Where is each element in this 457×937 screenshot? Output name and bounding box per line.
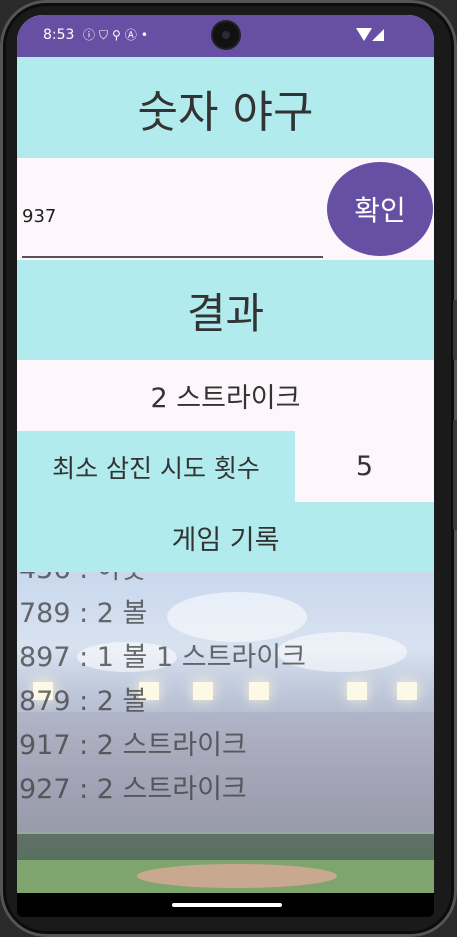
connectivity-icons [356, 28, 390, 44]
history-list[interactable]: 456 : 아웃 789 : 2 볼 897 : 1 볼 1 스트라이크 879… [19, 572, 429, 812]
history-header-label: 게임 기록 [171, 524, 280, 556]
result-text: 2 스트라이크 [150, 382, 301, 414]
input-underline [22, 256, 323, 258]
page-title: 숫자 야구 [137, 86, 314, 138]
usb-icon: ⚲ [112, 28, 125, 42]
history-item: 879 : 2 볼 [19, 686, 148, 717]
wifi-icon [356, 28, 372, 41]
history-header: 게임 기록 [17, 502, 434, 572]
home-gesture-handle[interactable] [172, 903, 282, 907]
history-item: 456 : 아웃 [19, 572, 429, 592]
dot-icon: • [140, 28, 152, 42]
confirm-button[interactable]: 확인 [327, 162, 433, 256]
a-icon: Ⓐ [124, 28, 141, 42]
navigation-bar [17, 893, 434, 917]
min-strikeout-value: 5 [355, 451, 374, 482]
app-screen: 8:53 ⓘ⛉⚲Ⓐ• 숫자 야구 확인 결과 2 스트라이크 최소 삼진 시도 … [17, 15, 434, 915]
power-button [453, 300, 457, 360]
history-item: 897 : 1 볼 1 스트라이크 [19, 642, 306, 673]
min-strikeout-label: 최소 삼진 시도 횟수 [52, 453, 260, 483]
min-strikeout-label-box: 최소 삼진 시도 횟수 [17, 431, 295, 502]
history-item: 927 : 2 스트라이크 [19, 774, 247, 805]
status-time: 8:53 [43, 27, 75, 43]
guess-input-row: 확인 [17, 158, 434, 260]
history-item: 789 : 2 볼 [19, 598, 148, 629]
notification-icons: ⓘ⛉⚲Ⓐ• [83, 26, 152, 43]
result-row: 2 스트라이크 [17, 360, 434, 430]
signal-icon [372, 29, 384, 41]
min-strikeout-value-box: 5 [295, 431, 434, 502]
status-bar: 8:53 ⓘ⛉⚲Ⓐ• [17, 15, 434, 57]
history-item: 917 : 2 스트라이크 [19, 730, 247, 761]
result-header: 결과 [17, 260, 434, 360]
info-icon: ⓘ [83, 28, 100, 42]
title-bar: 숫자 야구 [17, 57, 434, 158]
camera-cutout [213, 22, 239, 48]
volume-button [453, 420, 457, 530]
shield-icon: ⛉ [99, 28, 113, 42]
guess-input[interactable] [22, 202, 322, 230]
result-header-label: 결과 [186, 288, 265, 338]
